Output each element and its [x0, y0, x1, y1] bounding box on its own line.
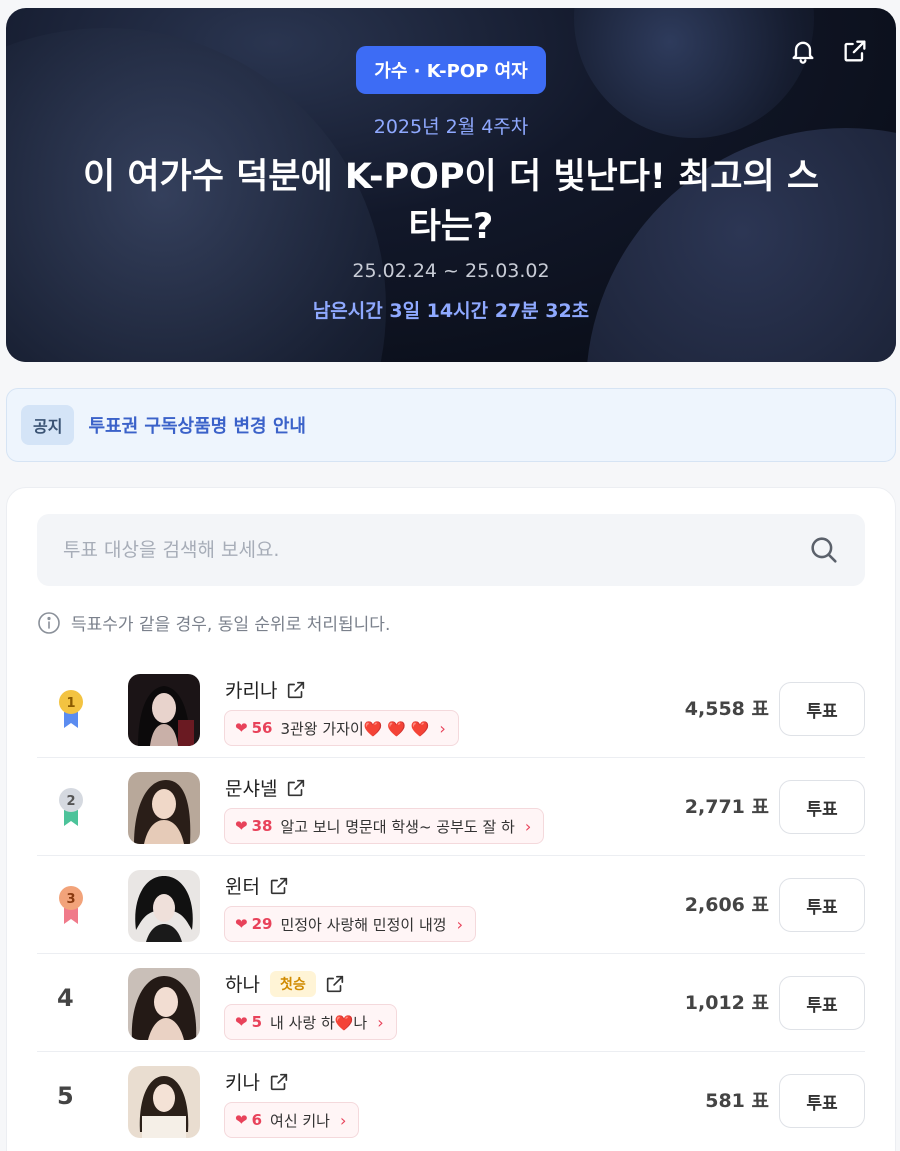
avatar: [128, 1066, 200, 1138]
external-link-icon[interactable]: [268, 875, 290, 897]
ranking-row: 1 카리나 ❤ 56 3관왕 가자이❤️ ❤️ ❤️ › 4,558 표 투표: [37, 660, 865, 758]
avatar: [128, 674, 200, 746]
cheer-count: 56: [251, 719, 273, 737]
heart-icon: ❤: [235, 1111, 248, 1129]
cheer-message-button[interactable]: ❤ 5 내 사랑 하❤️나 ›: [224, 1004, 397, 1040]
week-label: 2025년 2월 4주차: [373, 116, 529, 138]
artist-name: 카리나: [225, 680, 278, 702]
notice-text[interactable]: 투표권 구독상품명 변경 안내: [88, 412, 306, 438]
cheer-count: 38: [251, 817, 273, 835]
search-input[interactable]: [37, 514, 797, 586]
share-icon[interactable]: [840, 36, 870, 66]
cheer-message-button[interactable]: ❤ 6 여신 키나 ›: [224, 1102, 360, 1138]
heart-icon: ❤: [235, 1013, 248, 1031]
chevron-right-icon: ›: [339, 1110, 347, 1130]
cheer-text: 내 사랑 하❤️나: [270, 1013, 368, 1032]
external-link-icon[interactable]: [324, 973, 346, 995]
rank-number: 5: [57, 1082, 74, 1110]
vote-count: 4,558 표: [684, 698, 769, 720]
artist-name: 윈터: [225, 876, 260, 898]
tie-rule-info: 득표수가 같을 경우, 동일 순위로 처리됩니다.: [37, 610, 390, 635]
hero-banner: 가수 · K-POP 여자 2025년 2월 4주차 이 여가수 덕분에 K-P…: [6, 8, 896, 362]
external-link-icon[interactable]: [285, 679, 307, 701]
cheer-message-button[interactable]: ❤ 56 3관왕 가자이❤️ ❤️ ❤️ ›: [224, 710, 459, 746]
bronze-medal-icon: 3: [55, 884, 87, 926]
info-icon: [37, 611, 61, 635]
cheer-text: 여신 키나: [270, 1111, 330, 1130]
avatar: [128, 870, 200, 942]
vote-button[interactable]: 투표: [779, 976, 865, 1030]
search-icon[interactable]: [807, 533, 841, 567]
vote-count: 2,606 표: [684, 894, 769, 916]
avatar: [128, 968, 200, 1040]
vote-count: 2,771 표: [684, 796, 769, 818]
vote-button[interactable]: 투표: [779, 878, 865, 932]
vote-button[interactable]: 투표: [779, 1074, 865, 1128]
notice-bar[interactable]: 공지 투표권 구독상품명 변경 안내: [6, 388, 896, 462]
vote-button[interactable]: 투표: [779, 780, 865, 834]
ranking-row: 3 윈터 ❤ 29 민정아 사랑해 민정이 내껑 › 2,606 표 투표: [37, 856, 865, 954]
bell-icon[interactable]: [788, 36, 818, 66]
medal-rank-number: 2: [66, 794, 75, 809]
artist-name: 키나: [225, 1072, 260, 1094]
cheer-message-button[interactable]: ❤ 29 민정아 사랑해 민정이 내껑 ›: [224, 906, 476, 942]
vote-button[interactable]: 투표: [779, 682, 865, 736]
poll-period: 25.02.24 ~ 25.03.02: [352, 260, 550, 282]
vote-count: 581 표: [705, 1090, 769, 1112]
remaining-time: 남은시간 3일 14시간 27분 32초: [312, 300, 590, 322]
gold-medal-icon: 1: [55, 688, 87, 730]
avatar: [128, 772, 200, 844]
ranking-card: 득표수가 같을 경우, 동일 순위로 처리됩니다. 1 카리나: [6, 487, 896, 1151]
cheer-text: 민정아 사랑해 민정이 내껑: [280, 915, 447, 934]
cheer-count: 5: [251, 1013, 263, 1031]
cheer-text: 3관왕 가자이❤️ ❤️ ❤️: [280, 719, 430, 738]
chevron-right-icon: ›: [377, 1012, 384, 1032]
external-link-icon[interactable]: [268, 1071, 290, 1093]
external-link-icon[interactable]: [285, 777, 307, 799]
tie-rule-text: 득표수가 같을 경우, 동일 순위로 처리됩니다.: [71, 615, 391, 635]
heart-icon: ❤: [235, 817, 248, 835]
notice-tag: 공지: [21, 405, 75, 445]
rank-number: 4: [57, 984, 74, 1012]
chevron-right-icon: ›: [439, 718, 446, 738]
medal-rank-number: 1: [66, 696, 75, 711]
ranking-row: 5 키나 ❤ 6 여신 키나 › 581 표 투표: [37, 1052, 865, 1150]
medal-rank-number: 3: [66, 892, 75, 907]
vote-count: 1,012 표: [684, 992, 769, 1014]
category-badge: 가수 · K-POP 여자: [356, 46, 546, 94]
artist-name: 하나: [225, 974, 260, 996]
cheer-count: 6: [251, 1111, 263, 1129]
artist-name: 문샤넬: [225, 778, 278, 800]
heart-icon: ❤: [235, 719, 248, 737]
cheer-message-button[interactable]: ❤ 38 알고 보니 명문대 학생~ 공부도 잘 하 ›: [224, 808, 545, 844]
poll-title: 이 여가수 덕분에 K-POP이 더 빛난다! 최고의 스타는?: [82, 157, 820, 247]
first-win-badge: 첫승: [269, 970, 316, 997]
ranking-row: 2 문샤넬 ❤ 38 알고 보니 명문대 학생~ 공부도 잘 하 › 2,771…: [37, 758, 865, 856]
cheer-count: 29: [251, 915, 273, 933]
ranking-row: 4 하나 첫승 ❤ 5 내 사랑 하❤️나 › 1,012 표 투표: [37, 954, 865, 1052]
silver-medal-icon: 2: [55, 786, 87, 828]
chevron-right-icon: ›: [524, 816, 532, 836]
chevron-right-icon: ›: [456, 914, 463, 934]
heart-icon: ❤: [235, 915, 248, 933]
search-box: [37, 514, 865, 586]
cheer-text: 알고 보니 명문대 학생~ 공부도 잘 하: [280, 817, 515, 836]
